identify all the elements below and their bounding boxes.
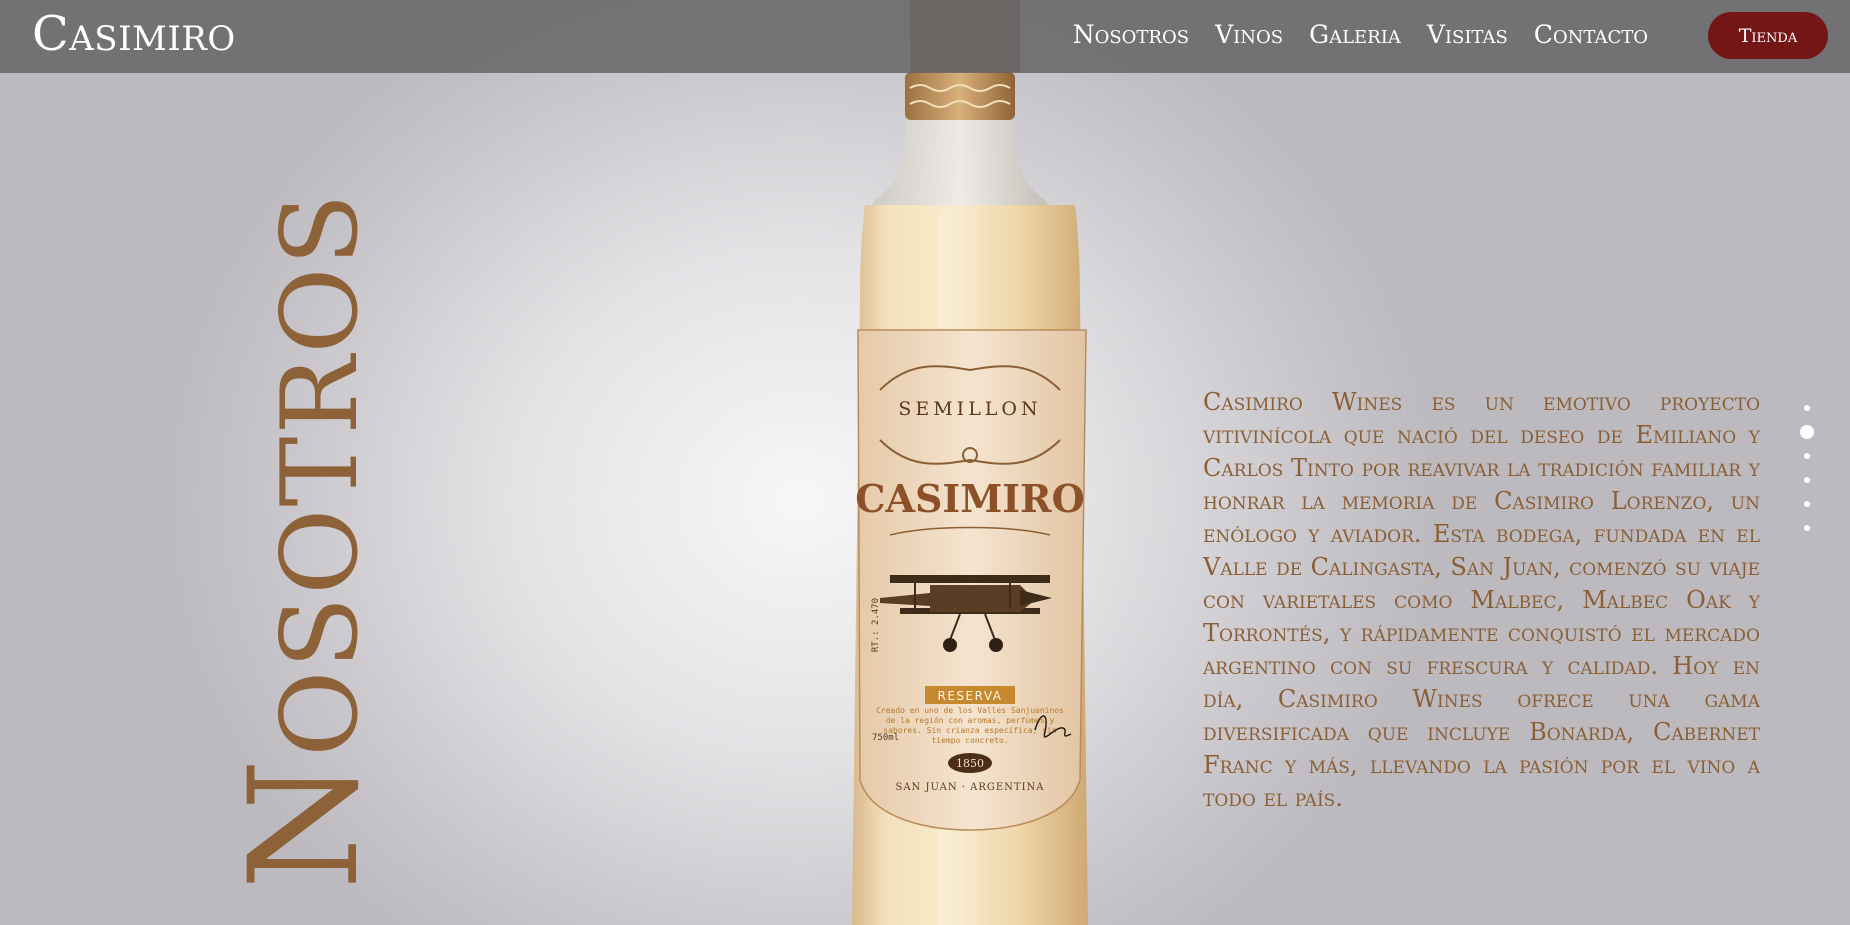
shop-button[interactable]: Tienda xyxy=(1708,12,1828,59)
wine-bottle-image: SEMILLON CASIMIRO RT.: 2.470 RESERVA Cre… xyxy=(852,0,1088,925)
brand-logo[interactable]: Casimiro xyxy=(32,10,236,58)
about-paragraph: Casimiro Wines es un emotivo proyecto vi… xyxy=(1203,388,1760,812)
pagination-dot-4[interactable] xyxy=(1804,477,1810,483)
nav-nosotros[interactable]: Nosotros xyxy=(1073,22,1189,47)
label-side-text: RT.: 2.470 xyxy=(871,598,881,652)
nav-vinos[interactable]: Vinos xyxy=(1215,22,1283,47)
pagination-dot-2[interactable] xyxy=(1800,425,1814,439)
bottle-neck xyxy=(865,120,1055,215)
label-description: Creado en uno de los Valles Sanjuaninos … xyxy=(876,706,1064,745)
section-title: Nosotros xyxy=(218,191,392,890)
nav-galeria[interactable]: Galeria xyxy=(1309,22,1401,47)
label-origin: SAN JUAN · ARGENTINA xyxy=(895,782,1044,793)
label-varietal: SEMILLON xyxy=(898,398,1041,420)
label-brand: CASIMIRO xyxy=(855,476,1084,521)
pagination-dot-5[interactable] xyxy=(1804,501,1810,507)
pagination-dot-1[interactable] xyxy=(1804,405,1810,411)
bottle-capsule xyxy=(905,72,1015,120)
pagination-dot-3[interactable] xyxy=(1804,453,1810,459)
label-badge: RESERVA xyxy=(938,689,1003,703)
site-header: Casimiro Nosotros Vinos Galeria Visitas … xyxy=(0,0,1850,73)
label-volume: 750ml xyxy=(872,733,899,743)
pagination-dot-6[interactable] xyxy=(1804,525,1810,531)
section-pagination xyxy=(1800,396,1814,540)
main-nav: Nosotros Vinos Galeria Visitas Contacto xyxy=(1073,22,1648,47)
nav-contacto[interactable]: Contacto xyxy=(1534,22,1648,47)
nav-visitas[interactable]: Visitas xyxy=(1427,22,1508,47)
label-year: 1850 xyxy=(956,757,984,770)
